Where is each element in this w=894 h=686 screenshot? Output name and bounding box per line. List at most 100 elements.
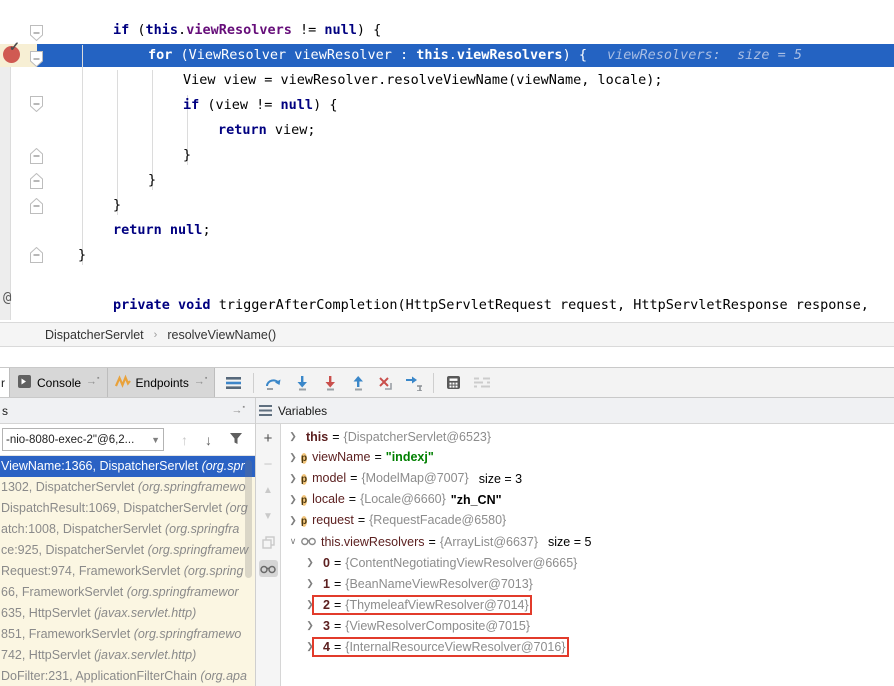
frame-row[interactable]: 1302, DispatcherServlet (org.springframe… xyxy=(0,477,255,498)
tab-debugger-partial[interactable]: r xyxy=(0,368,10,397)
expand-arrow-icon[interactable]: ❯ xyxy=(305,641,315,652)
endpoints-icon xyxy=(115,374,131,392)
debug-toolbar: r Console →▪ Endpoints →▪ xyxy=(0,367,894,398)
variable-row[interactable]: ❯pmodel={ModelMap@7007}size = 3 xyxy=(281,468,894,489)
expand-arrow-icon[interactable]: ❯ xyxy=(288,473,298,484)
annotation-highlight-box: 2={ThymeleafViewResolver@7014} xyxy=(315,598,529,612)
expand-arrow-icon[interactable]: ❯ xyxy=(305,557,315,568)
hamburger-menu-icon[interactable] xyxy=(225,374,242,391)
tab-pin-arrow-icon[interactable]: →▪ xyxy=(194,375,207,388)
duplicate-watch-icon[interactable] xyxy=(259,534,278,551)
variable-size: size = 3 xyxy=(479,472,522,486)
frame-row[interactable]: ViewName:1366, DispatcherServlet (org.sp… xyxy=(0,456,255,477)
expand-arrow-icon[interactable]: ❯ xyxy=(305,599,315,610)
watches-toolbar: + − ▲ ▼ xyxy=(256,424,281,686)
variable-row[interactable]: ❯1={BeanNameViewResolver@7013} xyxy=(281,573,894,594)
variable-value: {ThymeleafViewResolver@7014} xyxy=(345,598,528,612)
variables-tree: ❯this={DispatcherServlet@6523}❯pviewName… xyxy=(281,424,894,686)
variable-value: {InternalResourceViewResolver@7016} xyxy=(345,640,565,654)
expand-arrow-icon[interactable]: ❯ xyxy=(288,431,298,442)
fold-marker-icon[interactable] xyxy=(30,25,43,46)
variable-value: {ModelMap@7007} xyxy=(361,471,468,485)
frame-row[interactable]: DispatchResult:1069, DispatcherServlet (… xyxy=(0,498,255,519)
variable-row[interactable]: ❯4={InternalResourceViewResolver@7016} xyxy=(281,636,894,657)
filter-icon[interactable] xyxy=(229,432,243,447)
variable-name: model xyxy=(312,471,346,485)
variable-row[interactable]: ❯0={ContentNegotiatingViewResolver@6665} xyxy=(281,552,894,573)
expand-arrow-icon[interactable]: ❯ xyxy=(288,494,298,505)
code-line xyxy=(0,268,894,293)
thread-selector-dropdown[interactable]: -nio-8080-exec-2"@6,2... ▼ xyxy=(2,428,164,451)
force-step-into-icon[interactable] xyxy=(321,374,338,391)
variables-icon xyxy=(259,405,272,416)
next-frame-icon[interactable]: ↓ xyxy=(205,433,212,447)
variable-row[interactable]: ∨this.viewResolvers={ArrayList@6637}size… xyxy=(281,531,894,552)
breadcrumb-class[interactable]: DispatcherServlet xyxy=(45,328,144,342)
code-line: return view; xyxy=(0,118,894,143)
layout-settings-icon[interactable] xyxy=(473,374,490,391)
variable-row[interactable]: ❯pviewName="indexj" xyxy=(281,447,894,468)
step-over-icon[interactable] xyxy=(265,374,282,391)
tab-pin-arrow-icon[interactable]: →▪ xyxy=(86,375,99,388)
variable-row[interactable]: ❯2={ThymeleafViewResolver@7014} xyxy=(281,594,894,615)
fold-marker-icon[interactable] xyxy=(30,198,43,219)
step-into-icon[interactable] xyxy=(293,374,310,391)
variable-name: 4 xyxy=(323,640,330,654)
variable-row[interactable]: ❯this={DispatcherServlet@6523} xyxy=(281,426,894,447)
fold-marker-icon[interactable] xyxy=(30,51,43,72)
frame-row[interactable]: 635, HttpServlet (javax.servlet.http) xyxy=(0,603,255,624)
run-to-cursor-icon[interactable] xyxy=(405,374,422,391)
variable-name: this.viewResolvers xyxy=(321,535,425,549)
variable-value: {ArrayList@6637} xyxy=(440,535,538,549)
console-icon xyxy=(17,374,32,392)
expand-arrow-icon[interactable]: ❯ xyxy=(288,515,298,526)
fold-marker-icon[interactable] xyxy=(30,247,43,268)
frame-row[interactable]: 742, HttpServlet (javax.servlet.http) xyxy=(0,645,255,666)
variable-row[interactable]: ❯3={ViewResolverComposite@7015} xyxy=(281,615,894,636)
frames-toolbar: -nio-8080-exec-2"@6,2... ▼ ↑ ↓ xyxy=(0,424,255,456)
frame-row[interactable]: Request:974, FrameworkServlet (org.sprin… xyxy=(0,561,255,582)
frame-row[interactable]: atch:1008, DispatcherServlet (org.spring… xyxy=(0,519,255,540)
frame-row[interactable]: DoFilter:231, ApplicationFilterChain (or… xyxy=(0,666,255,686)
code-line: } xyxy=(0,168,894,193)
expand-arrow-icon[interactable]: ❯ xyxy=(305,578,315,589)
variable-size: size = 5 xyxy=(548,535,591,549)
remove-watch-icon[interactable]: − xyxy=(259,456,278,473)
frames-panel-header: s →▪ xyxy=(0,398,255,424)
code-lines: if (this.viewResolvers != null) {for (Vi… xyxy=(0,18,894,318)
frame-row[interactable]: ce:925, DispatcherServlet (org.springfra… xyxy=(0,540,255,561)
evaluate-expression-icon[interactable] xyxy=(445,374,462,391)
code-editor[interactable]: ✓ if (this.viewResolvers != null) {for (… xyxy=(0,0,894,322)
tab-endpoints[interactable]: Endpoints →▪ xyxy=(108,368,216,397)
breadcrumb-method[interactable]: resolveViewName() xyxy=(167,328,276,342)
code-line: } xyxy=(0,143,894,168)
fold-marker-icon[interactable] xyxy=(30,148,43,169)
move-up-icon[interactable]: ▲ xyxy=(259,482,278,499)
code-line: } xyxy=(0,193,894,218)
variable-row[interactable]: ❯plocale={Locale@6660}"zh_CN" xyxy=(281,489,894,510)
parameter-icon: p xyxy=(301,471,307,485)
fold-marker-icon[interactable] xyxy=(30,96,43,117)
annotation-at-glyph: @ xyxy=(3,290,11,306)
expand-arrow-icon[interactable]: ❯ xyxy=(288,452,298,463)
previous-frame-icon[interactable]: ↑ xyxy=(181,433,188,447)
tab-console-label: Console xyxy=(37,376,81,390)
variable-name: 3 xyxy=(323,619,330,633)
collapse-arrow-icon[interactable]: ∨ xyxy=(288,536,298,547)
frame-row[interactable]: 851, FrameworkServlet (org.springframewo xyxy=(0,624,255,645)
frame-row[interactable]: 66, FrameworkServlet (org.springframewor xyxy=(0,582,255,603)
drop-frame-icon[interactable] xyxy=(377,374,394,391)
variable-row[interactable]: ❯prequest={RequestFacade@6580} xyxy=(281,510,894,531)
step-out-icon[interactable] xyxy=(349,374,366,391)
code-line: if (this.viewResolvers != null) { xyxy=(0,18,894,43)
variable-name: 2 xyxy=(323,598,330,612)
variable-value: {RequestFacade@6580} xyxy=(369,513,506,527)
add-watch-icon[interactable]: + xyxy=(259,430,278,447)
frames-scrollbar[interactable] xyxy=(245,460,252,578)
show-watches-icon[interactable] xyxy=(259,560,278,577)
panel-pin-arrow-icon[interactable]: →▪ xyxy=(232,404,245,417)
expand-arrow-icon[interactable]: ❯ xyxy=(305,620,315,631)
fold-marker-icon[interactable] xyxy=(30,173,43,194)
tab-console[interactable]: Console →▪ xyxy=(10,368,108,397)
move-down-icon[interactable]: ▼ xyxy=(259,508,278,525)
